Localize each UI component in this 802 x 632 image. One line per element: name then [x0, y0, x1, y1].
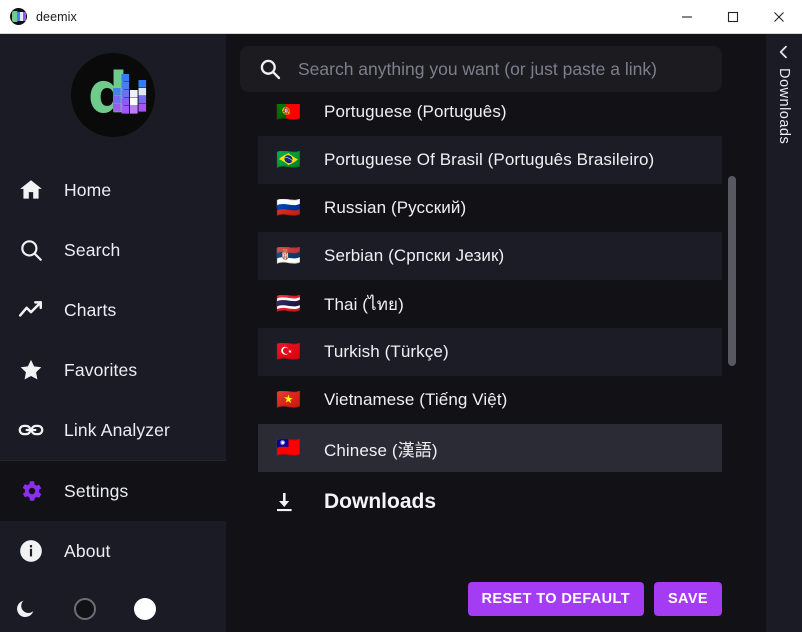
sidebar-item-settings[interactable]: Settings: [0, 461, 226, 521]
search-icon: [16, 235, 46, 265]
window-titlebar: deemix: [0, 0, 802, 34]
sidebar-item-label: Favorites: [64, 359, 138, 380]
window-controls: [664, 0, 802, 34]
language-label: Turkish (Türkçe): [324, 342, 449, 361]
flag-icon: 🇵🇹: [276, 104, 301, 121]
sidebar-logo: d: [0, 34, 226, 156]
moon-icon[interactable]: [12, 596, 38, 622]
settings-footer-buttons: RESET TO DEFAULT SAVE: [226, 572, 766, 632]
downloads-panel-tab[interactable]: Downloads: [766, 34, 802, 632]
sidebar-item-label: Home: [64, 179, 112, 200]
sidebar-item-label: Link Analyzer: [64, 419, 171, 440]
download-icon: [272, 490, 296, 514]
dark-circle-icon[interactable]: [72, 596, 98, 622]
searchbar-zone: [226, 34, 766, 104]
scrollbar-thumb[interactable]: [728, 176, 736, 366]
list-item[interactable]: 🇧🇷 Portuguese Of Brasil (Português Brasi…: [258, 136, 722, 184]
flag-icon: 🇹🇼: [276, 439, 301, 457]
window-body: d Home Search Charts Favorites Link Anal…: [0, 34, 802, 632]
flag-icon: 🇷🇺: [276, 199, 301, 217]
link-icon: [16, 415, 46, 445]
logo-equalizer-icon: [113, 74, 147, 114]
sidebar-item-home[interactable]: Home: [0, 160, 226, 220]
flag-icon: 🇻🇳: [276, 391, 301, 409]
language-label: Chinese (漢語): [324, 440, 438, 460]
sidebar-item-charts[interactable]: Charts: [0, 280, 226, 340]
deemix-window: deemix d Home Search Charts Favorites Li…: [0, 0, 802, 632]
deemix-logo-icon: d: [71, 53, 155, 137]
window-title: deemix: [36, 9, 77, 24]
list-item[interactable]: 🇵🇹 Portuguese (Português): [258, 104, 722, 136]
list-item-selected[interactable]: 🇹🇼 Chinese (漢語): [258, 424, 722, 472]
flag-icon: 🇹🇭: [276, 295, 301, 313]
star-icon: [16, 355, 46, 385]
titlebar-left: deemix: [0, 8, 77, 25]
gear-icon: [16, 476, 46, 506]
flag-icon: 🇷🇸: [276, 247, 301, 265]
sidebar-item-about[interactable]: About: [0, 521, 226, 581]
save-button[interactable]: SAVE: [653, 582, 722, 616]
section-title: Downloads: [324, 490, 437, 513]
flag-icon: 🇹🇷: [276, 343, 301, 361]
language-label: Thai (ไทย): [324, 294, 404, 314]
settings-scroll-area: 🇵🇹 Portuguese (Português) 🇧🇷 Portuguese …: [226, 104, 766, 572]
close-icon[interactable]: [756, 0, 802, 34]
chart-line-icon: [16, 295, 46, 325]
list-item[interactable]: 🇹🇭 Thai (ไทย): [258, 280, 722, 328]
flag-icon: 🇧🇷: [276, 151, 301, 169]
list-item[interactable]: 🇹🇷 Turkish (Türkçe): [258, 328, 722, 376]
scrollbar[interactable]: [728, 104, 736, 572]
deemix-logo-icon: [10, 8, 27, 25]
reset-to-default-button[interactable]: RESET TO DEFAULT: [467, 582, 644, 616]
logo-letter-d: d: [88, 61, 129, 126]
sidebar-item-label: Charts: [64, 299, 117, 320]
language-list: 🇵🇹 Portuguese (Português) 🇧🇷 Portuguese …: [258, 104, 722, 472]
sidebar-nav: Home Search Charts Favorites Link Analyz…: [0, 156, 226, 581]
language-label: Portuguese (Português): [324, 104, 507, 121]
sidebar-item-label: About: [64, 540, 111, 561]
chevron-left-icon: [776, 44, 792, 60]
maximize-icon[interactable]: [710, 0, 756, 34]
minimize-icon[interactable]: [664, 0, 710, 34]
sidebar-item-favorites[interactable]: Favorites: [0, 340, 226, 400]
search-bar[interactable]: [240, 46, 722, 92]
sidebar: d Home Search Charts Favorites Link Anal…: [0, 34, 226, 632]
info-circle-icon: [16, 536, 46, 566]
theme-switcher: [0, 585, 226, 632]
language-label: Vietnamese (Tiếng Việt): [324, 390, 508, 409]
list-item[interactable]: 🇷🇸 Serbian (Српски Језик): [258, 232, 722, 280]
sidebar-item-label: Search: [64, 239, 121, 260]
language-label: Russian (Русский): [324, 198, 467, 217]
language-label: Portuguese Of Brasil (Português Brasilei…: [324, 150, 655, 169]
sidebar-item-search[interactable]: Search: [0, 220, 226, 280]
list-item[interactable]: 🇷🇺 Russian (Русский): [258, 184, 722, 232]
sidebar-item-label: Settings: [64, 480, 129, 501]
main-content: 🇵🇹 Portuguese (Português) 🇧🇷 Portuguese …: [226, 34, 766, 632]
search-icon: [258, 57, 282, 81]
downloads-panel-label: Downloads: [776, 68, 792, 145]
light-circle-icon[interactable]: [132, 596, 158, 622]
sidebar-item-link-analyzer[interactable]: Link Analyzer: [0, 400, 226, 460]
language-label: Serbian (Српски Језик): [324, 246, 505, 265]
list-item[interactable]: 🇻🇳 Vietnamese (Tiếng Việt): [258, 376, 722, 424]
home-icon: [16, 175, 46, 205]
search-input[interactable]: [298, 58, 704, 80]
downloads-section-header: Downloads: [258, 472, 722, 514]
